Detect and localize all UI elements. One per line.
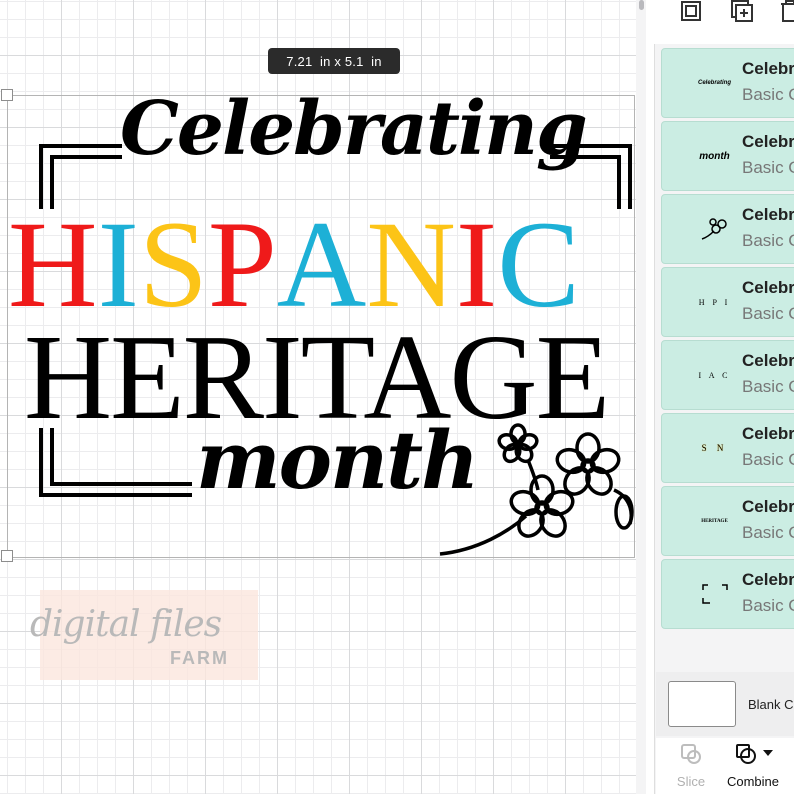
layer-operation: Basic C — [742, 377, 794, 396]
hispanic-letter: S — [138, 207, 208, 323]
blank-canvas-label: Blank Ca — [748, 697, 794, 712]
layer-operation: Basic C — [742, 596, 794, 615]
size-tooltip: 7.21 in x 5.1 in — [268, 48, 400, 74]
design-text-month[interactable]: month — [196, 420, 479, 500]
layer-name: Celebr — [742, 278, 794, 297]
hispanic-letter: P — [207, 207, 277, 323]
resize-handle-top-left[interactable] — [1, 89, 13, 101]
layer-item[interactable]: HERITAGE Celebr Basic C — [661, 486, 794, 556]
layer-operation: Basic C — [742, 158, 794, 177]
layer-thumbnail: I A C — [698, 370, 731, 380]
layers-toolbar — [654, 0, 794, 44]
design-text-celebrating[interactable]: Celebrating — [120, 92, 588, 166]
design-canvas[interactable]: 7.21 in x 5.1 in Celebrating HISPANIC HE… — [0, 0, 640, 794]
layer-item[interactable]: Celebr Basic C — [661, 559, 794, 629]
layer-item[interactable]: I A C Celebr Basic C — [661, 340, 794, 410]
resize-handle-bottom-left[interactable] — [1, 550, 13, 562]
layer-operation: Basic C — [742, 450, 794, 469]
layer-name: Celebr — [742, 132, 794, 151]
bottom-toolbar: Slice Combine — [656, 738, 794, 794]
frame-thumb-icon — [701, 584, 728, 604]
canvas-scrollbar[interactable] — [636, 0, 646, 794]
hispanic-letter: N — [366, 207, 456, 323]
layer-name: Celebr — [742, 351, 794, 370]
hispanic-letter: C — [497, 207, 580, 323]
layer-thumbnail — [692, 580, 737, 608]
combine-label: Combine — [726, 774, 780, 789]
flower-thumb-icon — [701, 218, 727, 240]
layer-item[interactable]: Celebr Basic C — [661, 194, 794, 264]
layer-operation: Basic C — [742, 85, 794, 104]
chevron-down-icon — [763, 750, 773, 756]
combine-icon — [736, 744, 756, 764]
layer-name: Celebr — [742, 424, 794, 443]
hispanic-letter: I — [455, 207, 498, 323]
watermark-script-text: digital files — [30, 604, 222, 645]
layer-name: Celebr — [742, 570, 794, 589]
layer-thumbnail: month — [699, 150, 730, 162]
layer-thumbnail: HERITAGE — [701, 518, 728, 524]
delete-icon[interactable] — [776, 0, 794, 24]
layer-thumbnail: S N — [701, 443, 728, 453]
layer-item[interactable]: month Celebr Basic C — [661, 121, 794, 191]
blank-canvas-layer[interactable]: Blank Ca — [656, 672, 794, 736]
group-icon[interactable] — [678, 0, 706, 24]
hispanic-letter: A — [276, 207, 367, 323]
layer-name: Celebr — [742, 59, 794, 78]
layer-item[interactable]: Celebrating Celebr Basic C — [661, 48, 794, 118]
design-text-hispanic[interactable]: HISPANIC — [8, 207, 638, 323]
slice-label: Slice — [676, 774, 706, 789]
frame-bracket-top-left[interactable] — [38, 143, 124, 213]
flower-sprig-icon[interactable] — [438, 420, 638, 560]
layer-thumbnail: Celebrating — [697, 80, 731, 86]
layer-item[interactable]: H P I Celebr Basic C — [661, 267, 794, 337]
layer-item[interactable]: S N Celebr Basic C — [661, 413, 794, 483]
hispanic-letter: I — [97, 207, 139, 323]
blank-canvas-swatch[interactable] — [668, 681, 736, 727]
slice-button[interactable]: Slice — [656, 738, 726, 794]
slice-icon — [681, 744, 701, 764]
combine-button[interactable]: Combine — [718, 738, 788, 794]
hispanic-letter: H — [8, 207, 98, 323]
layer-name: Celebr — [742, 205, 794, 224]
layer-operation: Basic C — [742, 523, 794, 542]
duplicate-icon[interactable] — [728, 0, 756, 24]
layer-name: Celebr — [742, 497, 794, 516]
layer-thumbnail: H P I — [698, 297, 731, 307]
watermark-farm-text: FARM — [170, 648, 229, 668]
layer-operation: Basic C — [742, 231, 794, 250]
layer-operation: Basic C — [742, 304, 794, 323]
layer-thumbnail — [692, 215, 737, 243]
